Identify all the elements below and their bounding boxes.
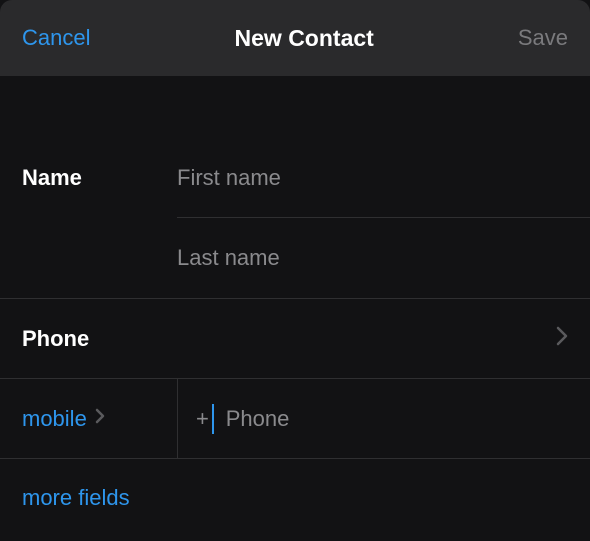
more-fields-row: more fields [0, 459, 590, 537]
more-fields-button[interactable]: more fields [22, 485, 130, 511]
last-name-input[interactable] [177, 245, 568, 271]
phone-input[interactable] [226, 406, 590, 432]
chevron-right-icon [95, 408, 105, 429]
phone-type-label: mobile [22, 406, 87, 432]
text-cursor [212, 404, 214, 434]
save-button[interactable]: Save [518, 25, 568, 51]
name-section-label: Name [22, 165, 82, 190]
page-title: New Contact [235, 25, 374, 52]
phone-section-header[interactable]: Phone [0, 299, 590, 379]
phone-prefix: + [196, 406, 209, 432]
phone-section-label: Phone [22, 326, 89, 352]
first-name-input[interactable] [177, 165, 568, 191]
form-content: Name Phone mobile + more fields [0, 76, 590, 537]
chevron-right-icon [556, 326, 568, 352]
phone-type-selector[interactable]: mobile [22, 406, 177, 432]
header-bar: Cancel New Contact Save [0, 0, 590, 76]
cancel-button[interactable]: Cancel [22, 25, 90, 51]
first-name-row: Name [0, 138, 590, 218]
last-name-row [0, 218, 590, 299]
phone-entry-row: mobile + [0, 379, 590, 459]
